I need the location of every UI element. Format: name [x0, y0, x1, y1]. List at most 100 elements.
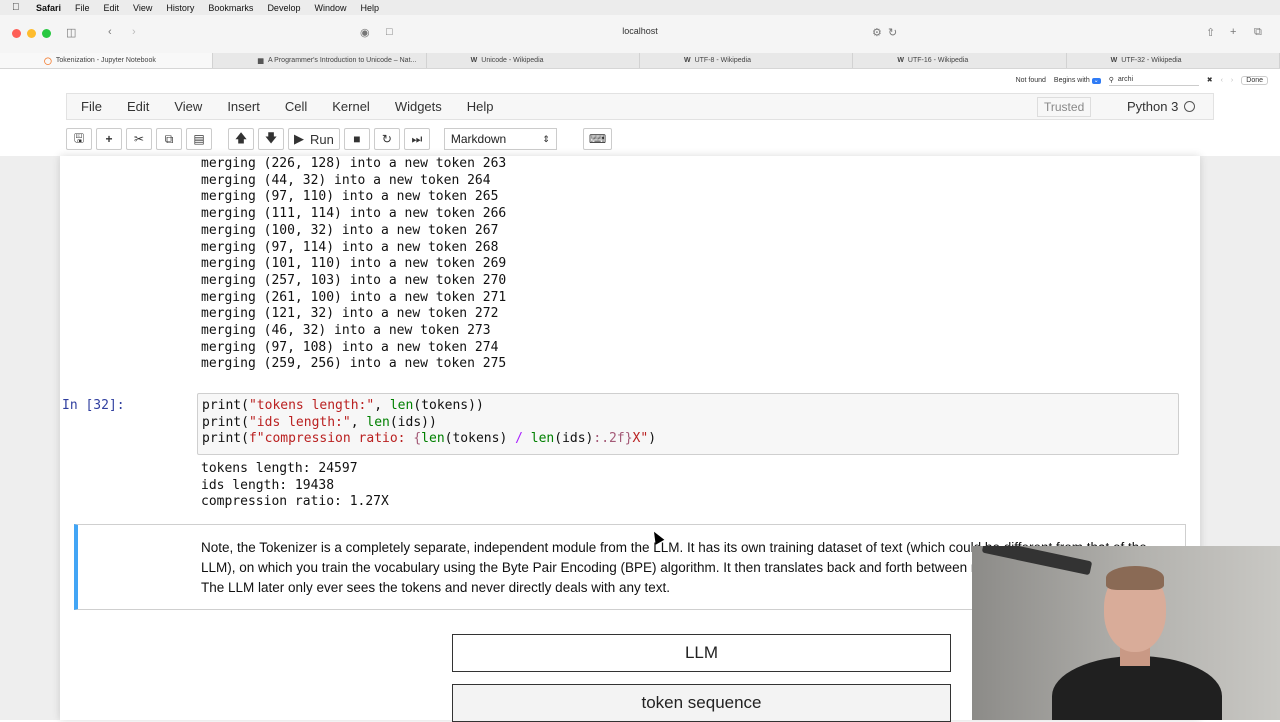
jmenu-edit[interactable]: Edit — [127, 99, 149, 114]
code-line: print(f"compression ratio: {len(tokens) … — [202, 431, 1174, 448]
move-down-button[interactable]: 🡇 — [258, 128, 284, 150]
webcam-overlay — [972, 546, 1280, 720]
menu-history[interactable]: History — [166, 3, 194, 13]
cell-type-select[interactable]: Markdown ⇕ — [443, 128, 557, 150]
translate-icon[interactable]: ⚙ — [872, 26, 882, 39]
copy-button[interactable]: ⧉ — [156, 128, 182, 150]
tab-bar: ◯ Tokenization - Jupyter Notebook ▦ A Pr… — [0, 53, 1280, 69]
output-line: merging (44, 32) into a new token 264 — [201, 172, 491, 188]
code-token: (tokens) — [444, 431, 516, 447]
jmenu-insert[interactable]: Insert — [227, 99, 260, 114]
trusted-indicator[interactable]: Trusted — [1037, 96, 1092, 117]
interrupt-button[interactable]: ■ — [343, 128, 370, 150]
command-palette-button[interactable]: ⌨ — [582, 128, 613, 150]
menu-file[interactable]: File — [75, 3, 90, 13]
tab-utf8-wiki[interactable]: W UTF-8 - Wikipedia — [640, 53, 854, 68]
tab-unicode-intro[interactable]: ▦ A Programmer's Introduction to Unicode… — [213, 53, 427, 68]
jmenu-kernel[interactable]: Kernel — [332, 99, 370, 114]
wikipedia-icon: W — [683, 57, 691, 64]
privacy-icon[interactable]: ◉ — [360, 26, 370, 39]
jupyter-icon: ◯ — [44, 57, 52, 65]
save-button[interactable]: 🖫 — [66, 128, 92, 150]
diagram-llm-box: LLM — [452, 634, 951, 672]
minimize-window-button[interactable] — [27, 29, 36, 38]
restart-run-all-button[interactable]: ⏭ — [403, 128, 430, 150]
restart-icon: ↻ — [381, 132, 392, 146]
tab-tokenization[interactable]: ◯ Tokenization - Jupyter Notebook — [0, 53, 214, 68]
run-button[interactable]: ▶ Run — [288, 128, 340, 150]
tab-label: A Programmer's Introduction to Unicode –… — [267, 57, 417, 64]
code-builtin: len — [366, 414, 390, 430]
window-controls — [12, 29, 51, 38]
find-prev-icon[interactable]: ‹ — [1221, 77, 1223, 84]
tab-utf32-wiki[interactable]: W UTF-32 - Wikipedia — [1067, 53, 1280, 68]
paste-icon: ▤ — [193, 132, 205, 146]
run-label: Run — [310, 131, 334, 147]
output-line: merging (97, 108) into a new token 274 — [201, 339, 499, 355]
wikipedia-icon: W — [897, 57, 904, 64]
cut-button[interactable]: ✂ — [126, 128, 152, 150]
output-line: merging (101, 110) into a new token 269 — [201, 256, 507, 272]
find-next-icon[interactable]: › — [1231, 77, 1233, 84]
jmenu-widgets[interactable]: Widgets — [395, 99, 442, 114]
code-token: (ids) — [554, 431, 594, 447]
page-icon[interactable]: □ — [386, 26, 393, 38]
output-line: merging (257, 103) into a new token 270 — [201, 272, 507, 288]
chevron-down-icon: ⌄ — [1091, 77, 1101, 84]
kernel-name: Python 3 — [1127, 99, 1179, 114]
address-bar[interactable]: localhost — [540, 26, 740, 36]
kernel-indicator: Python 3 — [1127, 99, 1196, 114]
macos-menubar:  Safari File Edit View History Bookmark… — [0, 0, 1280, 15]
reload-icon[interactable]: ↻ — [888, 26, 897, 39]
code-token: ) — [648, 431, 657, 447]
menu-app-name[interactable]: Safari — [36, 3, 61, 13]
find-done-button[interactable]: Done — [1241, 75, 1268, 85]
close-window-button[interactable] — [12, 29, 21, 38]
find-input[interactable]: ⚲ archi — [1108, 75, 1199, 86]
jmenu-file[interactable]: File — [81, 99, 102, 114]
find-bar: Not found Begins with ⌄ ⚲ archi ✖ ‹ › Do… — [1016, 72, 1280, 88]
apple-icon[interactable]:  — [12, 2, 22, 13]
menu-edit[interactable]: Edit — [104, 3, 120, 13]
tab-label: Unicode - Wikipedia — [481, 57, 544, 64]
share-icon[interactable]: ⇧ — [1206, 26, 1215, 39]
forward-icon[interactable]: › — [132, 26, 136, 38]
tab-unicode-wiki[interactable]: W Unicode - Wikipedia — [427, 53, 640, 68]
zoom-window-button[interactable] — [42, 29, 51, 38]
code-cell[interactable]: print("tokens length:", len(tokens)) prin… — [197, 393, 1179, 455]
tab-utf16-wiki[interactable]: W UTF-16 - Wikipedia — [853, 53, 1067, 68]
chevron-updown-icon: ⇕ — [542, 133, 550, 144]
find-query: archi — [1117, 76, 1134, 83]
menu-develop[interactable]: Develop — [267, 3, 300, 13]
menu-bookmarks[interactable]: Bookmarks — [208, 3, 253, 13]
output-line: merging (261, 100) into a new token 271 — [201, 289, 507, 305]
back-icon[interactable]: ‹ — [108, 26, 112, 38]
tab-overview-icon[interactable]: ⧉ — [1254, 26, 1262, 39]
arrow-up-icon: 🡅 — [234, 130, 248, 145]
stop-icon: ■ — [353, 132, 361, 146]
merge-output: merging (226, 128) into a new token 263 m… — [201, 156, 506, 373]
code-token: :.2f — [593, 431, 625, 447]
menu-help[interactable]: Help — [360, 3, 379, 13]
jmenu-cell[interactable]: Cell — [285, 99, 307, 114]
move-up-button[interactable]: 🡅 — [228, 128, 254, 150]
find-mode-button[interactable]: Begins with ⌄ — [1054, 77, 1101, 84]
cell-prompt: In [32]: — [62, 398, 125, 413]
code-token: , — [374, 398, 390, 413]
paste-button[interactable]: ▤ — [186, 128, 212, 150]
code-string: "tokens length:" — [248, 398, 375, 413]
clear-icon[interactable]: ✖ — [1207, 76, 1213, 84]
code-token: (tokens)) — [413, 398, 484, 413]
menu-view[interactable]: View — [133, 3, 152, 13]
sidebar-icon[interactable]: ◫ — [66, 26, 76, 39]
restart-button[interactable]: ↻ — [373, 128, 400, 150]
menu-window[interactable]: Window — [314, 3, 346, 13]
search-icon: ⚲ — [1108, 76, 1114, 84]
jmenu-help[interactable]: Help — [467, 99, 494, 114]
code-token: ( — [241, 431, 249, 447]
insert-cell-button[interactable]: + — [96, 128, 122, 150]
jmenu-view[interactable]: View — [174, 99, 202, 114]
new-tab-icon[interactable]: + — [1230, 26, 1236, 38]
output-line: merging (259, 256) into a new token 275 — [201, 356, 507, 372]
find-mode-label: Begins with — [1053, 76, 1090, 84]
